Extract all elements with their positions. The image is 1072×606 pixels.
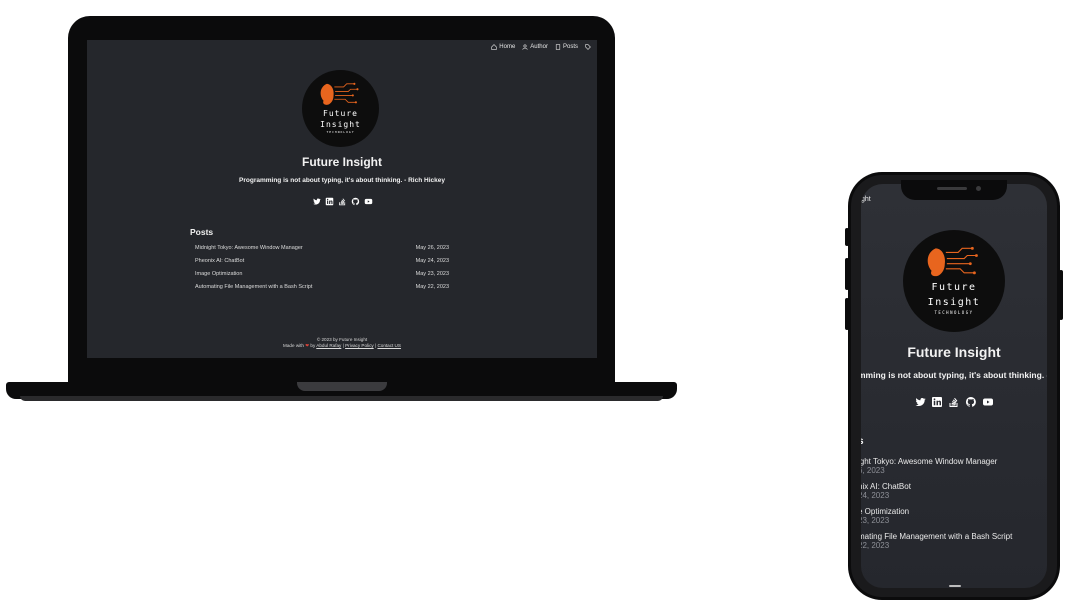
phone-post-row[interactable]: e Optimization 23, 2023 xyxy=(861,507,909,525)
phone-post-row[interactable]: ight Tokyo: Awesome Window Manager 6, 20… xyxy=(861,457,997,475)
phone-post-title-link[interactable]: mating File Management with a Bash Scrip… xyxy=(861,532,1012,541)
circuit-nodes xyxy=(351,82,359,104)
footer-privacy-link[interactable]: Privacy Policy xyxy=(345,343,374,348)
footer-separator: | xyxy=(342,343,344,348)
twitter-icon[interactable] xyxy=(914,396,926,408)
post-row[interactable]: Pheonix AI: ChatBot May 24, 2023 xyxy=(195,258,449,264)
footer-credits: Made with ❤ by Abdul Rafay | Privacy Pol… xyxy=(87,343,597,349)
tag-icon xyxy=(585,44,591,50)
phone-post-row[interactable]: nix AI: ChatBot 24, 2023 xyxy=(861,482,911,500)
stackoverflow-icon[interactable] xyxy=(338,197,347,206)
phone-posts-heading: s xyxy=(861,436,864,447)
laptop-trackpad-notch xyxy=(297,382,387,391)
social-links xyxy=(87,197,597,206)
nav-tags[interactable] xyxy=(585,44,591,50)
nav-posts[interactable]: Posts xyxy=(555,44,578,50)
phone-post-date: 24, 2023 xyxy=(861,491,890,500)
github-icon[interactable] xyxy=(351,197,360,206)
circuit-lines-icon xyxy=(334,83,358,103)
twitter-icon[interactable] xyxy=(312,197,321,206)
laptop-screen: Home Author Posts Future Insight TECHNOL… xyxy=(87,40,597,358)
phone-logo-line3: TECHNOLOGY xyxy=(934,310,974,315)
post-date: May 22, 2023 xyxy=(415,284,449,290)
heart-icon: ❤ xyxy=(305,343,310,348)
linkedin-icon[interactable] xyxy=(325,197,334,206)
phone-logo-line1: Future xyxy=(931,282,977,293)
head-silhouette-icon xyxy=(320,83,334,105)
phone-post-title-link[interactable]: nix AI: ChatBot xyxy=(861,482,911,491)
phone-home-indicator[interactable] xyxy=(949,585,961,587)
stackoverflow-icon[interactable] xyxy=(948,396,960,408)
nav-posts-label: Posts xyxy=(562,44,578,50)
site-tagline: Programming is not about typing, it's ab… xyxy=(239,177,445,184)
logo-line1: Future xyxy=(323,109,358,118)
phone-speaker xyxy=(937,187,967,190)
laptop-base-edge xyxy=(20,396,663,401)
nav-author-label: Author xyxy=(530,44,548,50)
youtube-icon[interactable] xyxy=(982,396,994,408)
post-row[interactable]: Midnight Tokyo: Awesome Window Manager M… xyxy=(195,245,449,251)
post-date: May 26, 2023 xyxy=(415,245,449,251)
nav-author[interactable]: Author xyxy=(522,44,548,50)
site-title: Future Insight xyxy=(302,155,382,169)
linkedin-icon[interactable] xyxy=(931,396,943,408)
phone-site-logo[interactable]: Future Insight TECHNOLOGY xyxy=(903,230,1005,332)
nav-home[interactable]: Home xyxy=(491,44,515,50)
post-row[interactable]: Automating File Management with a Bash S… xyxy=(195,284,449,290)
phone-notch xyxy=(901,180,1007,200)
phone-nav-fragment[interactable]: ght xyxy=(861,196,871,203)
phone-post-title-link[interactable]: e Optimization xyxy=(861,507,909,516)
phone-post-date: 6, 2023 xyxy=(861,466,885,475)
post-date: May 23, 2023 xyxy=(415,271,449,277)
post-title-link[interactable]: Automating File Management with a Bash S… xyxy=(195,284,312,290)
logo-line3: TECHNOLOGY xyxy=(326,130,355,134)
posts-heading: Posts xyxy=(190,227,214,237)
phone-post-title-link[interactable]: ight Tokyo: Awesome Window Manager xyxy=(861,457,997,466)
circuit-lines-icon xyxy=(945,247,977,274)
phone-logo-line2: Insight xyxy=(927,297,981,308)
nav-home-label: Home xyxy=(499,44,516,50)
head-silhouette-icon xyxy=(927,248,945,277)
phone-social-links xyxy=(861,396,1047,408)
footer-made-with: Made with xyxy=(283,343,304,348)
phone-post-date: 23, 2023 xyxy=(861,516,890,525)
logo-line2: Insight xyxy=(320,120,361,129)
post-title-link[interactable]: Midnight Tokyo: Awesome Window Manager xyxy=(195,245,303,251)
phone-camera xyxy=(976,186,981,191)
circuit-nodes xyxy=(968,246,978,275)
post-date: May 24, 2023 xyxy=(415,258,449,264)
user-icon xyxy=(522,44,528,50)
home-icon xyxy=(491,44,497,50)
footer-separator: | xyxy=(374,343,377,348)
site-logo[interactable]: Future Insight TECHNOLOGY xyxy=(302,70,379,147)
footer-by: by xyxy=(310,343,316,348)
phone-post-date: 22, 2023 xyxy=(861,541,890,550)
footer-author-link[interactable]: Abdul Rafay xyxy=(316,343,341,348)
post-title-link[interactable]: Pheonix AI: ChatBot xyxy=(195,258,244,264)
book-icon xyxy=(555,44,561,50)
footer-contact-link[interactable]: Contact US xyxy=(377,343,401,348)
top-nav: Home Author Posts xyxy=(491,44,591,50)
post-title-link[interactable]: Image Optimization xyxy=(195,271,242,277)
site-footer: © 2023 by Future Insight Made with ❤ by … xyxy=(87,337,597,349)
github-icon[interactable] xyxy=(965,396,977,408)
youtube-icon[interactable] xyxy=(364,197,373,206)
phone-post-row[interactable]: mating File Management with a Bash Scrip… xyxy=(861,532,1012,550)
post-row[interactable]: Image Optimization May 23, 2023 xyxy=(195,271,449,277)
phone-site-tagline: mming is not about typing, it's about th… xyxy=(861,370,1047,380)
phone-site-title: Future Insight xyxy=(907,344,1001,360)
phone-screen: ght Future Insight TECHNOLOGY Future Ins… xyxy=(861,184,1047,588)
